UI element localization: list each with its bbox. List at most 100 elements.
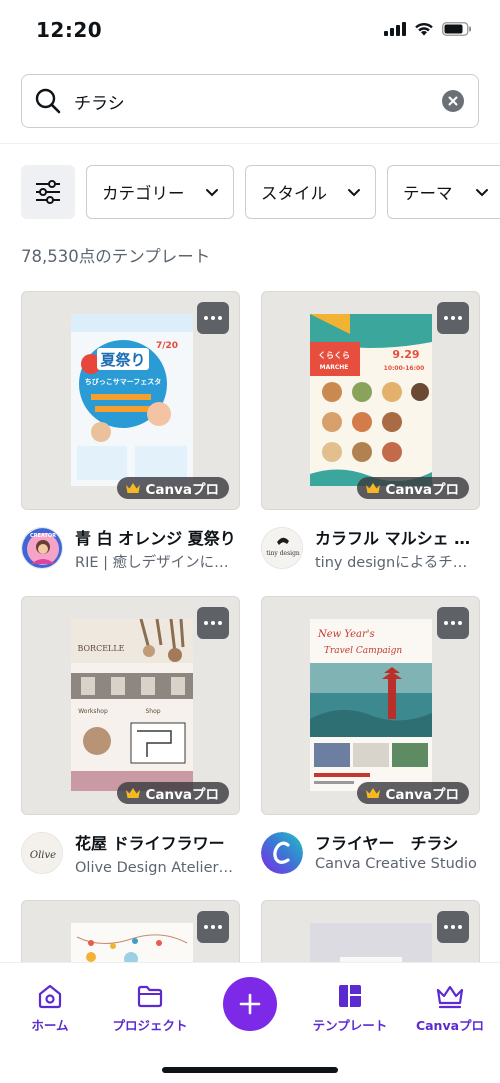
style-filter-chip[interactable]: スタイル	[245, 165, 376, 219]
pro-badge-label: Canvaプロ	[385, 787, 459, 803]
card-title: 青 白 オレンジ 夏祭り	[75, 529, 236, 548]
search-input[interactable]	[74, 75, 434, 127]
home-indicator	[162, 1067, 338, 1073]
style-filter-label: スタイル	[261, 184, 327, 203]
more-options-button[interactable]	[437, 302, 469, 334]
category-filter-chip[interactable]: カテゴリー	[86, 165, 234, 219]
template-preview-image: BORCELLE Workshop Shop	[71, 619, 193, 791]
nav-canva-pro[interactable]: Canvaプロ	[400, 981, 500, 1034]
creator-logo-text: Olive	[30, 850, 56, 861]
poster-title-text: New Year's	[317, 629, 375, 640]
poster-shop-text: Shop	[145, 708, 160, 715]
template-preview-image: くらくら MARCHE 9.29 10:00-16:00	[310, 314, 432, 486]
sliders-icon	[36, 180, 60, 204]
card-meta: フライヤー チラシ Canva Creative Studio	[261, 828, 480, 878]
filter-row: カテゴリー スタイル テーマ	[0, 165, 500, 219]
pro-badge: Canvaプロ	[117, 782, 229, 804]
status-icons	[384, 22, 472, 36]
filter-settings-button[interactable]	[21, 165, 75, 219]
more-options-button[interactable]	[197, 302, 229, 334]
plus-icon	[239, 993, 261, 1015]
poster-workshop-text: Workshop	[78, 708, 108, 715]
poster-time-text: 10:00-16:00	[384, 365, 425, 372]
clear-search-button[interactable]	[442, 90, 464, 112]
nav-templates[interactable]: テンプレート	[300, 981, 400, 1034]
template-thumbnail[interactable]: New Year's Travel Campaign Canvaプロ	[261, 596, 480, 815]
search-icon	[35, 88, 61, 114]
pro-badge-label: Canvaプロ	[385, 482, 459, 498]
create-design-button[interactable]	[223, 977, 277, 1031]
crown-icon	[436, 985, 464, 1009]
card-author[interactable]: Canva Creative Studio	[315, 856, 480, 872]
creator-logo-text: tiny design	[266, 550, 300, 557]
poster-title-text: 夏祭り	[99, 351, 145, 369]
card-author[interactable]: RIE | 癒しデザインによるチラシ	[75, 551, 240, 572]
battery-icon	[442, 22, 471, 36]
nav-templates-label: テンプレート	[312, 1018, 388, 1033]
avatar[interactable]	[261, 832, 303, 874]
crown-icon	[366, 483, 381, 493]
poster-subtitle-text: Travel Campaign	[324, 646, 402, 656]
card-author[interactable]: Olive Design Atelierによる	[75, 856, 240, 877]
template-preview-image: 夏祭り ちびっこサマーフェスタ 7/20	[71, 314, 193, 486]
crown-icon	[366, 788, 381, 798]
more-options-button[interactable]	[437, 607, 469, 639]
search-box[interactable]	[21, 74, 479, 128]
pro-badge-label: Canvaプロ	[145, 482, 219, 498]
home-icon	[38, 984, 62, 1009]
avatar[interactable]: tiny design	[261, 527, 303, 569]
pro-badge: Canvaプロ	[357, 782, 469, 804]
cellular-signal-icon	[384, 22, 406, 36]
nav-home-label: ホーム	[31, 1018, 69, 1033]
status-time: 12:20	[36, 18, 103, 42]
template-thumbnail[interactable]: 夏祭り ちびっこサマーフェスタ 7/20 Canvaプロ	[21, 291, 240, 510]
poster-subtitle-text: MARCHE	[320, 364, 349, 371]
bottom-navigation: ホーム プロジェクト テンプレート Canvaプロ	[0, 962, 500, 1083]
canva-logo-icon	[261, 832, 303, 874]
more-options-button[interactable]	[197, 911, 229, 943]
template-preview-image: New Year's Travel Campaign	[310, 619, 432, 791]
theme-filter-chip[interactable]: テーマ	[387, 165, 500, 219]
folder-icon	[137, 985, 163, 1008]
crown-icon	[126, 788, 141, 798]
close-icon	[448, 96, 458, 106]
more-options-button[interactable]	[437, 911, 469, 943]
nav-projects[interactable]: プロジェクト	[100, 981, 200, 1034]
theme-filter-label: テーマ	[403, 184, 453, 203]
result-count: 78,530点のテンプレート	[21, 247, 211, 266]
crown-icon	[126, 483, 141, 493]
card-title: 花屋 ドライフラワー	[75, 834, 225, 853]
poster-date-text: 7/20	[156, 341, 178, 351]
pro-badge-label: Canvaプロ	[145, 787, 219, 803]
card-author[interactable]: tiny designによるチラシ	[315, 551, 480, 572]
more-options-button[interactable]	[197, 607, 229, 639]
creator-avatar-image: Olive	[22, 833, 62, 873]
templates-icon	[339, 985, 361, 1007]
card-meta: tiny design カラフル マルシェ チラシ tiny designによる…	[261, 523, 480, 573]
status-bar: 12:20	[0, 0, 500, 60]
card-meta: Olive 花屋 ドライフラワー Olive Design Atelierによる	[21, 828, 240, 878]
template-thumbnail[interactable]: BORCELLE Workshop Shop Canvaプロ	[21, 596, 240, 815]
creator-badge-text: CREATOR	[30, 533, 56, 539]
card-title: フライヤー チラシ	[315, 834, 459, 853]
poster-title-text: くらくら	[318, 351, 350, 360]
avatar[interactable]: CREATOR	[21, 527, 63, 569]
creator-avatar-image: CREATOR	[22, 528, 62, 568]
category-filter-label: カテゴリー	[102, 184, 185, 203]
pro-badge: Canvaプロ	[117, 477, 229, 499]
card-meta: CREATOR 青 白 オレンジ 夏祭り RIE | 癒しデザインによるチラシ	[21, 523, 240, 573]
chevron-down-icon	[348, 189, 360, 197]
search-area	[0, 60, 500, 144]
avatar[interactable]: Olive	[21, 832, 63, 874]
poster-date-text: 9.29	[392, 348, 419, 361]
chevron-down-icon	[476, 189, 488, 197]
card-title: カラフル マルシェ チラシ	[315, 529, 480, 548]
template-thumbnail[interactable]: くらくら MARCHE 9.29 10:00-16:00 Canvaプロ	[261, 291, 480, 510]
creator-avatar-image: tiny design	[262, 528, 302, 568]
poster-subtitle-text: ちびっこサマーフェスタ	[85, 377, 162, 386]
wifi-icon	[415, 22, 433, 36]
nav-home[interactable]: ホーム	[0, 981, 100, 1034]
chevron-down-icon	[206, 189, 218, 197]
pro-badge: Canvaプロ	[357, 477, 469, 499]
poster-title-text: BORCELLE	[77, 644, 124, 653]
